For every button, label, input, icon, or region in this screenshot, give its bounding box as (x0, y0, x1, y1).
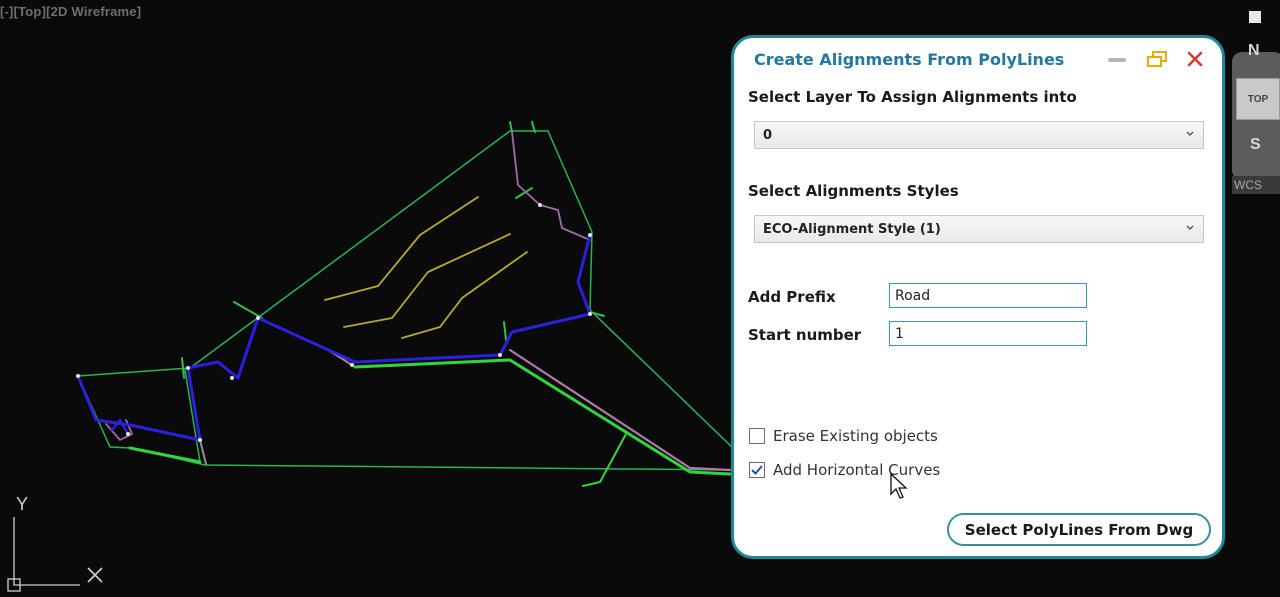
styles-label: Select Alignments Styles (748, 182, 959, 200)
minimize-icon[interactable] (1108, 58, 1126, 62)
checkmark-icon (751, 465, 763, 475)
close-icon[interactable] (1186, 50, 1204, 68)
erase-existing-label: Erase Existing objects (773, 427, 938, 445)
vertex-marker[interactable] (350, 363, 354, 367)
horizontal-curves-checkbox[interactable] (749, 462, 765, 478)
vertex-marker[interactable] (186, 366, 190, 370)
create-alignments-dialog[interactable]: Create Alignments From PolyLines Select … (731, 35, 1225, 559)
vertex-marker[interactable] (498, 353, 502, 357)
viewcube-top-face[interactable]: TOP (1236, 78, 1280, 120)
boundary-line[interactable] (77, 367, 191, 377)
layer-dropdown-value: 0 (763, 127, 773, 143)
vertex-marker[interactable] (256, 316, 260, 320)
viewcube-menu-icon[interactable] (1248, 10, 1262, 24)
erase-existing-checkbox[interactable] (749, 428, 765, 444)
ucs-icon (7, 517, 80, 592)
dialog-title: Create Alignments From PolyLines (754, 50, 1065, 69)
vertex-marker[interactable] (538, 203, 542, 207)
horizontal-curves-checkbox-row[interactable]: Add Horizontal Curves (749, 461, 940, 479)
layer-dropdown[interactable]: 0 (754, 121, 1204, 149)
style-dropdown[interactable]: ECO-Alignment Style (1) (754, 215, 1204, 243)
ucs-axis-y-label: Y (16, 494, 29, 514)
style-dropdown-value: ECO-Alignment Style (1) (763, 221, 941, 237)
centerline[interactable] (199, 439, 207, 465)
chevron-down-icon (1186, 225, 1194, 230)
contour-line[interactable] (324, 196, 479, 301)
erase-existing-checkbox-row[interactable]: Erase Existing objects (749, 427, 938, 445)
boundary-tick[interactable] (181, 357, 185, 379)
start-number-input[interactable] (889, 321, 1087, 346)
road-edge-line[interactable] (128, 446, 202, 464)
vertex-marker[interactable] (588, 233, 592, 237)
contour-line[interactable] (401, 251, 528, 339)
boundary-line[interactable] (184, 369, 201, 463)
road-cross-line[interactable] (582, 433, 627, 487)
alignment-polyline[interactable] (256, 233, 592, 364)
vertex-marker[interactable] (76, 374, 80, 378)
boundary-tick[interactable] (503, 321, 507, 341)
compass-north[interactable]: N (1248, 42, 1260, 60)
prefix-label: Add Prefix (748, 288, 836, 306)
layer-label: Select Layer To Assign Alignments into (748, 88, 1077, 106)
vertex-marker[interactable] (126, 432, 130, 436)
ucs-menu[interactable]: WCS (1232, 176, 1280, 194)
centerline[interactable] (508, 348, 732, 472)
compass-south[interactable]: S (1250, 136, 1261, 154)
ucs-axis-x-icon (87, 567, 103, 583)
start-number-label: Start number (748, 326, 862, 344)
contour-line[interactable] (343, 233, 511, 328)
boundary-tick[interactable] (233, 301, 263, 319)
select-polylines-button[interactable]: Select PolyLines From Dwg (947, 513, 1211, 546)
vertex-marker[interactable] (588, 312, 592, 316)
prefix-input[interactable] (889, 283, 1087, 308)
boundary-line[interactable] (189, 130, 736, 451)
chevron-down-icon (1186, 131, 1194, 136)
ucs-axis-line (13, 517, 80, 586)
vertex-marker[interactable] (230, 376, 234, 380)
restore-icon[interactable] (1146, 50, 1168, 68)
centerline[interactable] (511, 131, 591, 241)
boundary-tick[interactable] (589, 311, 605, 317)
horizontal-curves-label: Add Horizontal Curves (773, 461, 941, 479)
vertex-marker[interactable] (198, 438, 202, 442)
